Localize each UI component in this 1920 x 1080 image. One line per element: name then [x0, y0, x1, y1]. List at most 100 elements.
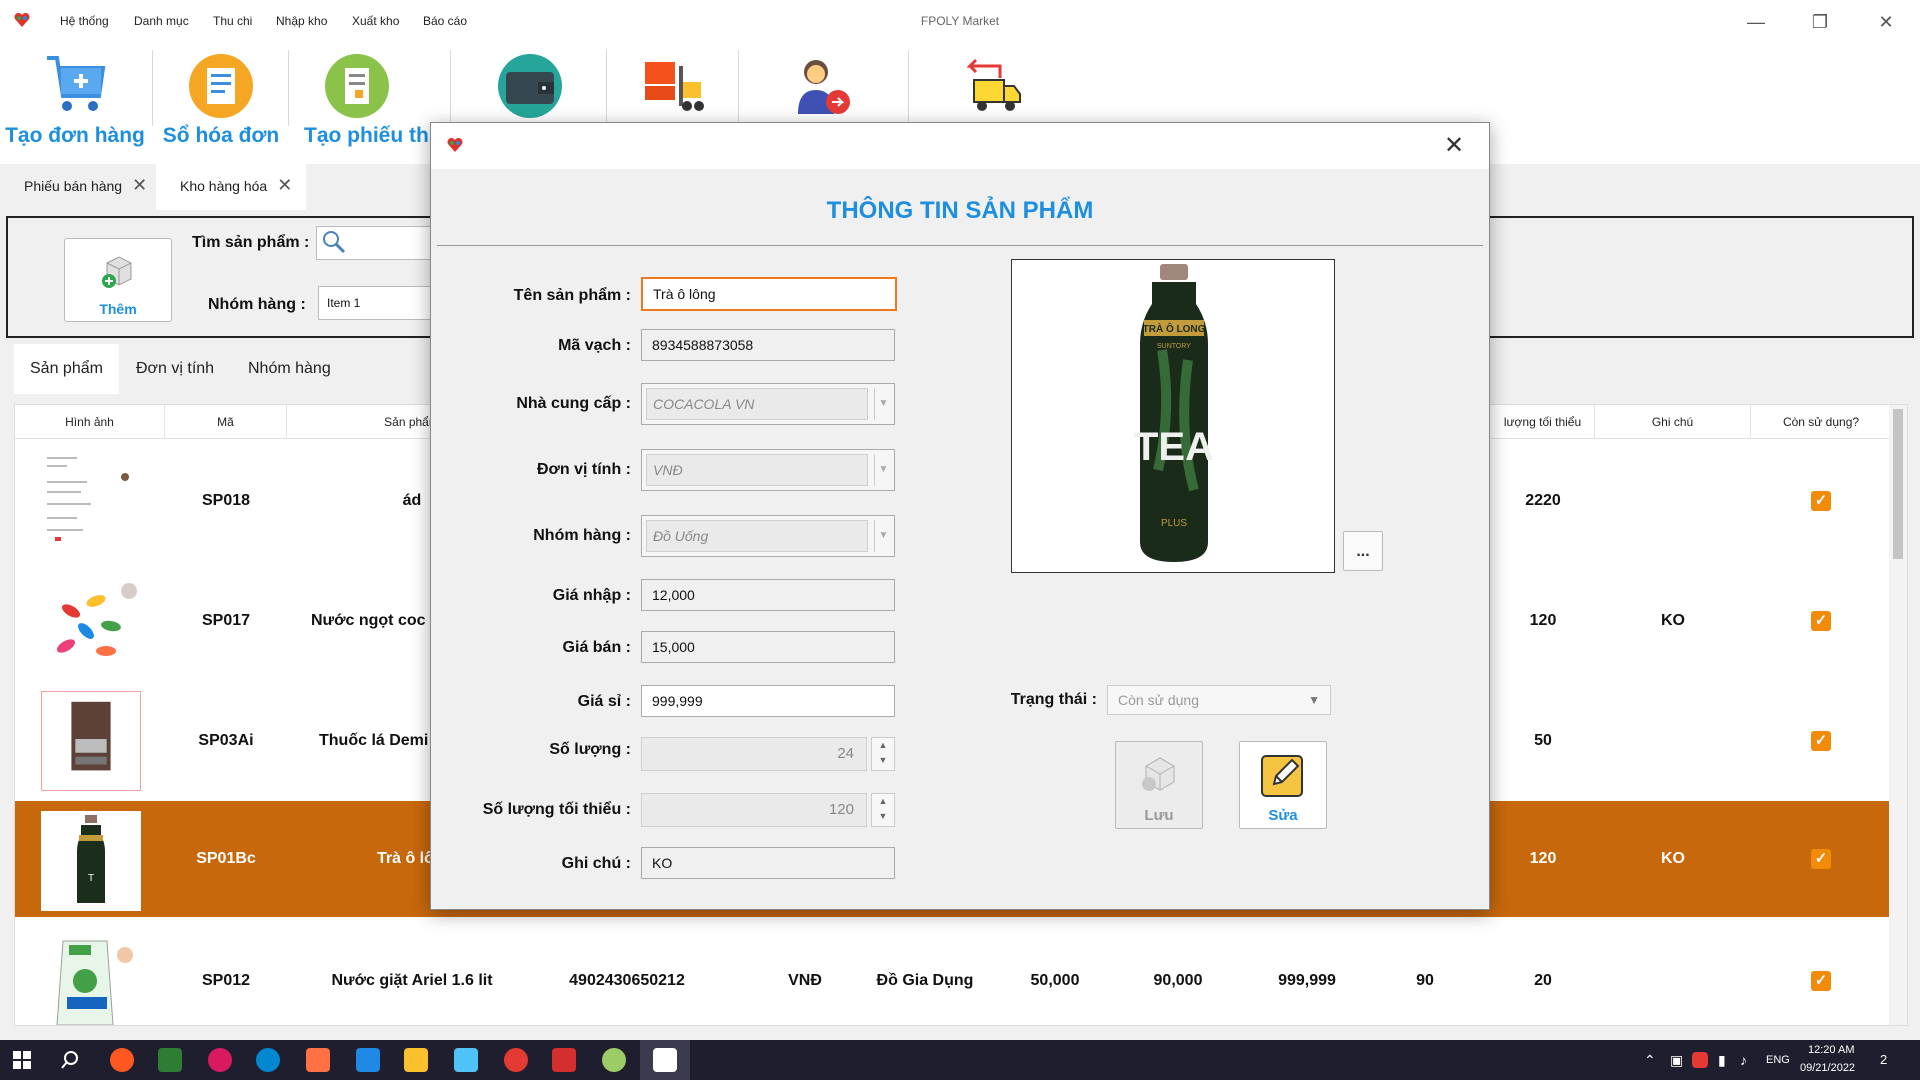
save-button[interactable]: Lưu [1115, 741, 1203, 829]
chevron-down-icon[interactable]: ▼ [1308, 686, 1320, 714]
column-header[interactable]: lượng tối thiểu [1491, 405, 1595, 439]
close-tab-icon[interactable]: ✕ [277, 175, 292, 195]
note-cell: KO [1661, 612, 1685, 629]
scroll-thumb[interactable] [1893, 409, 1903, 559]
search-icon[interactable] [60, 1050, 80, 1070]
chevron-down-icon[interactable]: ▼ [874, 454, 892, 486]
box-add-icon [99, 251, 139, 291]
close-icon[interactable]: ✕ [1866, 8, 1906, 36]
vscode-icon[interactable] [356, 1048, 380, 1072]
notification-badge[interactable]: 2 [1880, 1052, 1887, 1067]
note-label: Ghi chú : [561, 855, 631, 872]
clock-time[interactable]: 12:20 AM [1808, 1044, 1854, 1056]
chrome-icon[interactable] [504, 1048, 528, 1072]
group-select[interactable]: Item 1 [318, 286, 438, 320]
buy-price-input[interactable]: 12,000 [641, 579, 895, 611]
qty-stepper[interactable]: 24 ▲ ▼ [641, 737, 895, 771]
barcode-label: Mã vạch : [558, 337, 631, 354]
column-header[interactable]: Mã [165, 405, 287, 439]
dialog-close-icon[interactable]: ✕ [1439, 131, 1469, 161]
receipt-icon [323, 52, 391, 120]
active-checkbox[interactable]: ✓ [1811, 611, 1831, 631]
note-input[interactable]: KO [641, 847, 895, 879]
stepper-arrows-icon[interactable]: ▲ ▼ [871, 737, 895, 771]
toolbar-divider [152, 50, 153, 126]
tab-san-pham[interactable]: Sản phẩm [14, 344, 119, 394]
chevron-up-icon[interactable]: ⌃ [1644, 1052, 1656, 1069]
column-header[interactable]: Còn sử dụng? [1751, 405, 1891, 439]
sell-price-input[interactable]: 15,000 [641, 631, 895, 663]
wholesale-price-input[interactable]: 999,999 [641, 685, 895, 717]
active-checkbox[interactable]: ✓ [1811, 731, 1831, 751]
product-thumbnail [41, 571, 141, 671]
brave-icon[interactable] [110, 1048, 134, 1072]
clock-date[interactable]: 09/21/2022 [1800, 1062, 1855, 1074]
dialog-header: ✕ [431, 123, 1489, 169]
code-cell: SP03Ai [198, 732, 254, 749]
status-label: Trạng thái : [1010, 691, 1097, 708]
app-icon[interactable] [208, 1048, 232, 1072]
active-checkbox[interactable]: ✓ [1811, 971, 1831, 991]
create-receipt-button[interactable]: Tạo phiếu thu [292, 46, 442, 164]
edit-pencil-icon [1258, 750, 1308, 800]
toolbar-divider [450, 50, 451, 126]
vivaldi-tray-icon[interactable] [1692, 1052, 1708, 1068]
stepper-arrows-icon[interactable]: ▲ ▼ [871, 793, 895, 827]
group-select[interactable]: Đồ Uống ▼ [641, 515, 895, 557]
toolbar-divider [738, 50, 739, 126]
windows-start-icon[interactable] [12, 1050, 32, 1070]
app-icon[interactable] [306, 1048, 330, 1072]
toolbar-divider [288, 50, 289, 126]
battery-icon[interactable]: ▮ [1718, 1052, 1726, 1069]
status-select[interactable]: Còn sử dụng ▼ [1107, 685, 1331, 715]
min-qty-stepper[interactable]: 120 ▲ ▼ [641, 793, 895, 827]
unit-select[interactable]: VNĐ ▼ [641, 449, 895, 491]
column-header[interactable]: Ghi chú [1595, 405, 1751, 439]
app-icon[interactable] [158, 1048, 182, 1072]
browse-image-button[interactable]: ... [1343, 531, 1383, 571]
name-input[interactable]: Trà ô lông [641, 277, 897, 311]
bottle-plus-label: PLUS [1161, 518, 1187, 529]
search-icon [321, 229, 347, 267]
restore-icon[interactable]: ❐ [1800, 8, 1840, 36]
divider [437, 245, 1483, 246]
barcode-input[interactable]: 8934588873058 [641, 329, 895, 361]
app-icon[interactable] [454, 1048, 478, 1072]
app-icon[interactable] [602, 1048, 626, 1072]
tab-nhom-hang[interactable]: Nhóm hàng [232, 344, 347, 394]
supplier-select[interactable]: COCACOLA VN ▼ [641, 383, 895, 425]
forklift-icon [639, 52, 707, 120]
tab-phieu-ban-hang[interactable]: Phiếu bán hàng ✕ [0, 164, 161, 210]
table-row[interactable]: SP012 Nước giặt Ariel 1.6 lit 4902430650… [15, 921, 1891, 1025]
table-scrollbar[interactable] [1889, 405, 1907, 1025]
volume-icon[interactable]: ♪ [1740, 1052, 1747, 1068]
active-checkbox[interactable]: ✓ [1811, 491, 1831, 511]
network-icon[interactable]: ▣ [1670, 1052, 1683, 1069]
active-checkbox[interactable]: ✓ [1811, 849, 1831, 869]
invoice-book-button[interactable]: Sổ hóa đơn [156, 46, 286, 164]
code-cell: SP017 [201, 612, 251, 629]
taskbar-active-app[interactable] [640, 1040, 690, 1080]
create-order-button[interactable]: Tạo đơn hàng [0, 46, 150, 164]
search-input[interactable] [316, 226, 436, 260]
chevron-down-icon[interactable]: ▼ [874, 520, 892, 552]
file-explorer-icon[interactable] [404, 1048, 428, 1072]
code-cell: SP01Bc [196, 850, 256, 867]
minimize-icon[interactable]: — [1736, 8, 1776, 36]
group-label: Nhóm hàng : [533, 527, 631, 544]
wholesale-price-cell: 999,999 [1278, 972, 1336, 989]
group-cell: Đồ Gia Dụng [876, 972, 974, 989]
chevron-down-icon[interactable]: ▼ [874, 388, 892, 420]
tab-kho-hang-hoa[interactable]: Kho hàng hóa ✕ [156, 164, 307, 210]
language-indicator[interactable]: ENG [1766, 1054, 1790, 1066]
edge-icon[interactable] [256, 1048, 280, 1072]
add-product-button[interactable]: Thêm [64, 238, 172, 322]
column-header[interactable]: Hình ảnh [15, 405, 165, 439]
wps-icon[interactable] [552, 1048, 576, 1072]
tab-don-vi-tinh[interactable]: Đơn vị tính [120, 344, 230, 394]
min-qty-cell: 20 [1534, 972, 1552, 989]
close-tab-icon[interactable]: ✕ [132, 175, 147, 195]
toolbar-divider [606, 50, 607, 126]
edit-button[interactable]: Sửa [1239, 741, 1327, 829]
min-qty-cell: 2220 [1525, 492, 1561, 509]
